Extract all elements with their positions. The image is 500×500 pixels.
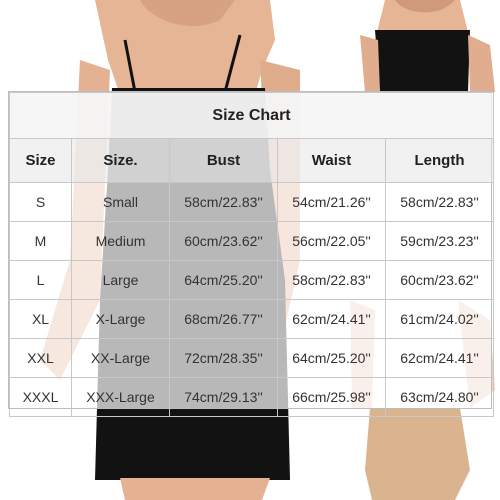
size-name-cell: Medium bbox=[71, 221, 170, 261]
waist-cell: 58cm/22.83'' bbox=[277, 260, 386, 300]
size-chart: Size Chart Size Size. Bust Waist Length … bbox=[8, 91, 495, 417]
header-size-code: Size bbox=[9, 138, 72, 183]
size-code-cell: M bbox=[9, 221, 72, 261]
table-row: XL X-Large 68cm/26.77'' 62cm/24.41'' 61c… bbox=[9, 299, 495, 339]
waist-cell: 62cm/24.41'' bbox=[277, 299, 386, 339]
length-cell: 61cm/24.02'' bbox=[384, 299, 495, 339]
waist-cell: 66cm/25.98'' bbox=[277, 377, 386, 417]
header-size-name: Size. bbox=[71, 138, 170, 183]
size-chart-title: Size Chart bbox=[8, 92, 495, 139]
bust-cell: 58cm/22.83'' bbox=[169, 182, 278, 222]
table-row: XXXL XXX-Large 74cm/29.13'' 66cm/25.98''… bbox=[9, 377, 495, 417]
header-bust: Bust bbox=[169, 138, 278, 183]
header-waist: Waist bbox=[277, 138, 386, 183]
table-row: L Large 64cm/25.20'' 58cm/22.83'' 60cm/2… bbox=[9, 260, 495, 300]
size-name-cell: Large bbox=[71, 260, 170, 300]
length-cell: 58cm/22.83'' bbox=[384, 182, 495, 222]
table-row: S Small 58cm/22.83'' 54cm/21.26'' 58cm/2… bbox=[9, 182, 495, 222]
header-length: Length bbox=[384, 138, 495, 183]
length-cell: 62cm/24.41'' bbox=[384, 338, 495, 378]
bust-cell: 68cm/26.77'' bbox=[169, 299, 278, 339]
waist-cell: 54cm/21.26'' bbox=[277, 182, 386, 222]
size-code-cell: L bbox=[9, 260, 72, 300]
size-name-cell: XX-Large bbox=[71, 338, 170, 378]
right-top-model bbox=[360, 0, 495, 92]
table-row: XXL XX-Large 72cm/28.35'' 64cm/25.20'' 6… bbox=[9, 338, 495, 378]
size-code-cell: XXL bbox=[9, 338, 72, 378]
waist-cell: 56cm/22.05'' bbox=[277, 221, 386, 261]
size-code-cell: S bbox=[9, 182, 72, 222]
table-row: M Medium 60cm/23.62'' 56cm/22.05'' 59cm/… bbox=[9, 221, 495, 261]
title-row: Size Chart bbox=[8, 92, 495, 139]
bust-cell: 72cm/28.35'' bbox=[169, 338, 278, 378]
bust-cell: 60cm/23.62'' bbox=[169, 221, 278, 261]
bust-cell: 74cm/29.13'' bbox=[169, 377, 278, 417]
size-code-cell: XXXL bbox=[9, 377, 72, 417]
length-cell: 59cm/23.23'' bbox=[384, 221, 495, 261]
size-name-cell: XXX-Large bbox=[71, 377, 170, 417]
size-table: Size Chart Size Size. Bust Waist Length … bbox=[8, 92, 495, 417]
bust-cell: 64cm/25.20'' bbox=[169, 260, 278, 300]
size-name-cell: Small bbox=[71, 182, 170, 222]
waist-cell: 64cm/25.20'' bbox=[277, 338, 386, 378]
size-name-cell: X-Large bbox=[71, 299, 170, 339]
length-cell: 60cm/23.62'' bbox=[384, 260, 495, 300]
header-row: Size Size. Bust Waist Length bbox=[9, 138, 495, 183]
length-cell: 63cm/24.80'' bbox=[384, 377, 495, 417]
size-code-cell: XL bbox=[9, 299, 72, 339]
